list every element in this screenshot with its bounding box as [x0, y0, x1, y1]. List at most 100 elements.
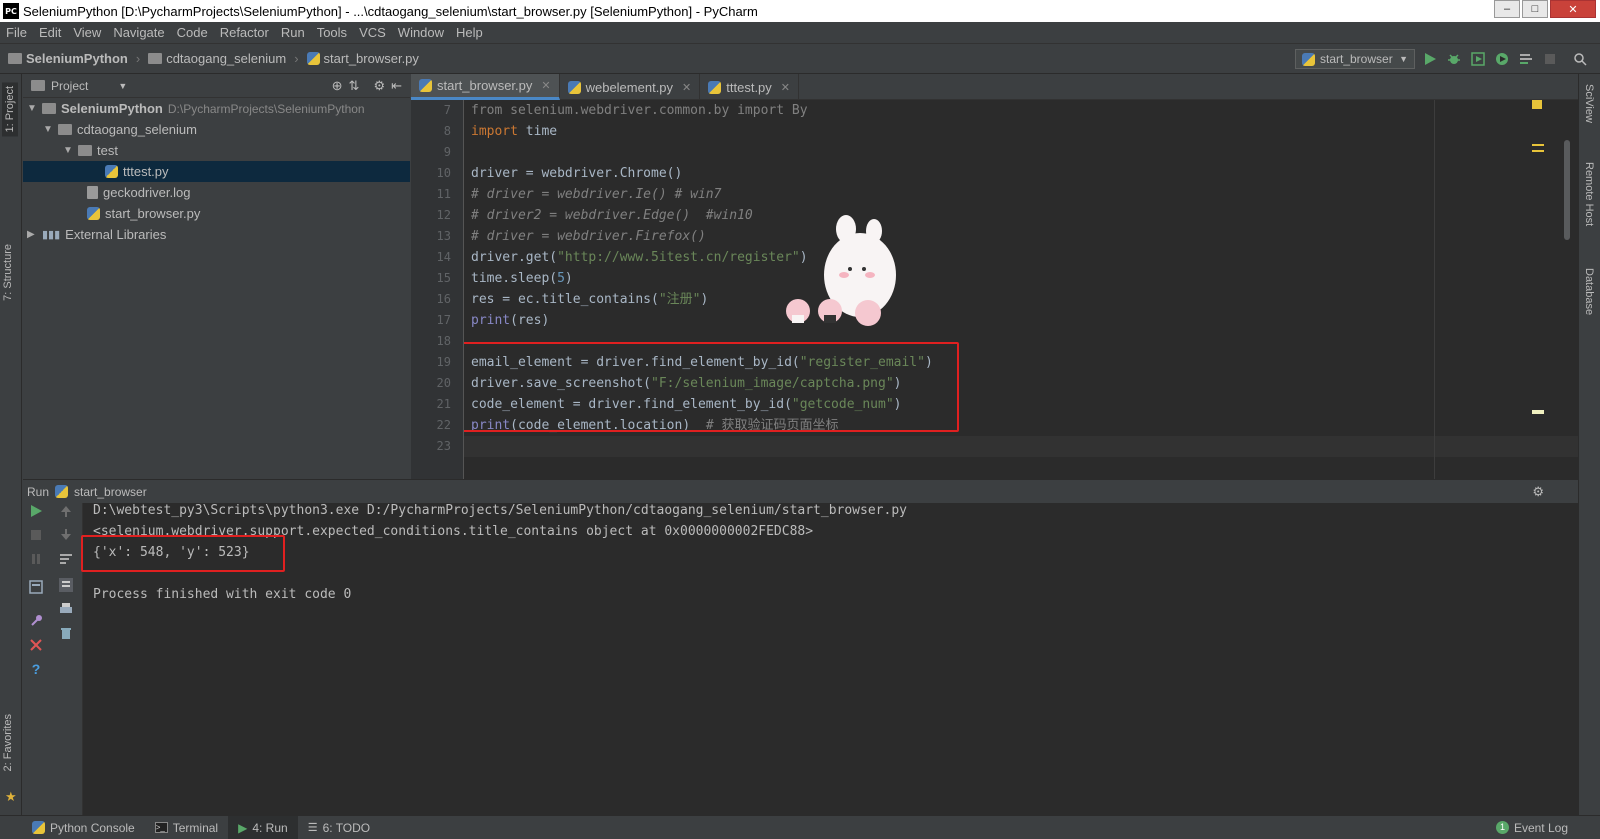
menu-file[interactable]: File	[0, 25, 33, 40]
tab-structure[interactable]: 7: Structure	[2, 244, 14, 301]
folder-icon	[42, 103, 56, 114]
tree-folder-label: cdtaogang_selenium	[77, 122, 197, 137]
tab-start-browser[interactable]: start_browser.py ✕	[411, 74, 560, 100]
coverage-icon[interactable]	[1471, 52, 1485, 66]
menu-view[interactable]: View	[67, 25, 107, 40]
pin-icon[interactable]	[28, 613, 44, 629]
menu-help[interactable]: Help	[450, 25, 489, 40]
run-config-name[interactable]: start_browser	[74, 485, 147, 499]
scroll-to-end-icon[interactable]	[58, 577, 74, 593]
menu-tools[interactable]: Tools	[311, 25, 353, 40]
line-number: 22	[436, 418, 451, 432]
tab-tttest[interactable]: tttest.py ✕	[700, 74, 800, 100]
run-button[interactable]: ▶ 4: Run	[228, 815, 298, 839]
tab-webelement[interactable]: webelement.py ✕	[560, 74, 701, 100]
arrow-down-icon[interactable]	[58, 527, 74, 543]
trash-icon[interactable]	[58, 625, 74, 641]
tree-external-libraries[interactable]: ▶ ▮▮▮ External Libraries	[23, 224, 166, 245]
expand-icon[interactable]: ▼	[43, 124, 53, 135]
collapse-all-icon[interactable]: ⇅	[349, 78, 360, 94]
error-stripe-mark[interactable]	[1532, 144, 1544, 146]
close-icon[interactable]	[28, 637, 44, 653]
rerun-icon[interactable]	[28, 503, 44, 519]
gear-icon[interactable]: ⚙	[1532, 484, 1544, 500]
tab-remote-host[interactable]: Remote Host	[1583, 162, 1595, 226]
editor-scrollbar[interactable]	[1564, 140, 1570, 240]
close-button[interactable]: ✕	[1550, 0, 1596, 18]
help-icon[interactable]: ?	[28, 661, 44, 677]
terminal-button[interactable]: >_ Terminal	[145, 816, 228, 839]
folder-icon	[8, 53, 22, 64]
close-tab-icon[interactable]: ✕	[541, 79, 550, 92]
left-tool-stripe: 1: Project 7: Structure 2: Favorites ★	[0, 74, 22, 815]
editor-gutter: 7 8 9 10 11 12 13 14 15 16 17 18 19 20 2…	[411, 100, 464, 479]
error-stripe-mark[interactable]	[1532, 410, 1544, 414]
expand-icon[interactable]: ▶	[27, 229, 37, 240]
run-icon[interactable]	[1423, 52, 1437, 66]
menu-code[interactable]: Code	[171, 25, 214, 40]
code-editor[interactable]: from selenium.webdriver.common.by import…	[464, 100, 1578, 479]
chevron-down-icon[interactable]: ▼	[118, 81, 127, 91]
expand-icon[interactable]: ▼	[27, 103, 37, 114]
folder-icon	[148, 53, 163, 64]
concurrency-icon[interactable]	[1519, 52, 1533, 66]
warning-marker-icon[interactable]	[1532, 100, 1542, 109]
tree-folder-cdtaogang[interactable]: ▼ cdtaogang_selenium	[23, 119, 197, 140]
expand-icon[interactable]: ▼	[63, 145, 73, 156]
close-tab-icon[interactable]: ✕	[781, 81, 790, 94]
menu-window[interactable]: Window	[392, 25, 450, 40]
code-line: from selenium.webdriver.common.by import…	[471, 100, 808, 121]
tab-project[interactable]: 1: Project	[2, 82, 18, 137]
line-number: 21	[436, 397, 451, 411]
arrow-up-icon[interactable]	[58, 503, 74, 519]
menu-navigate[interactable]: Navigate	[107, 25, 170, 40]
python-file-icon	[55, 485, 69, 498]
search-icon[interactable]	[1573, 52, 1587, 66]
code-line: res = ec.title_contains("注册")	[471, 289, 708, 310]
tab-sciview[interactable]: SciView	[1583, 84, 1595, 123]
code-string: "http://www.5itest.cn/register"	[557, 250, 800, 265]
stop-icon[interactable]	[1543, 52, 1557, 66]
tab-database[interactable]: Database	[1583, 268, 1595, 315]
profile-icon[interactable]	[1495, 52, 1509, 66]
run-config-select[interactable]: start_browser ▼	[1295, 49, 1415, 69]
folder-icon	[78, 145, 92, 156]
error-stripe-mark[interactable]	[1532, 150, 1544, 152]
tree-root[interactable]: ▼ SeleniumPython D:\PycharmProjects\Sele…	[23, 98, 410, 119]
soft-wrap-icon[interactable]	[58, 551, 74, 567]
tab-favorites[interactable]: 2: Favorites	[2, 714, 14, 771]
print-icon[interactable]	[58, 601, 74, 617]
project-panel-header: Project ▼ ⊕ ⇅ ⚙ ⇤	[23, 74, 410, 98]
run-console-output[interactable]: D:\webtest_py3\Scripts\python3.exe D:/Py…	[81, 503, 1578, 815]
breadcrumb-file[interactable]: start_browser.py	[306, 51, 419, 66]
tree-file-start-browser[interactable]: start_browser.py	[23, 203, 200, 224]
tree-folder-test[interactable]: ▼ test	[23, 140, 118, 161]
close-tab-icon[interactable]: ✕	[682, 81, 691, 94]
menu-refactor[interactable]: Refactor	[214, 25, 275, 40]
hide-panel-icon[interactable]: ⇤	[391, 78, 402, 94]
pause-icon[interactable]	[28, 551, 44, 567]
code-comment: # driver2 = webdriver.Edge() #win10	[471, 208, 753, 223]
maximize-button[interactable]: □	[1522, 0, 1548, 18]
breadcrumb-project[interactable]: SeleniumPython ›	[8, 51, 140, 66]
tree-file-tttest[interactable]: tttest.py	[23, 161, 410, 182]
menu-edit[interactable]: Edit	[33, 25, 67, 40]
line-number: 17	[436, 313, 451, 327]
breadcrumb-separator-icon: ›	[294, 51, 299, 66]
python-console-button[interactable]: Python Console	[22, 816, 145, 839]
restore-layout-icon[interactable]	[28, 579, 44, 595]
menu-vcs[interactable]: VCS	[353, 25, 392, 40]
debug-icon[interactable]	[1447, 52, 1461, 66]
todo-label: 6: TODO	[322, 820, 371, 835]
project-panel-title[interactable]: Project	[51, 79, 88, 93]
breadcrumb-folder[interactable]: cdtaogang_selenium ›	[148, 51, 299, 66]
gear-icon[interactable]: ⚙	[373, 78, 385, 94]
todo-button[interactable]: ☰ 6: TODO	[298, 816, 380, 839]
stop-icon[interactable]	[28, 527, 44, 543]
line-number: 16	[436, 292, 451, 306]
event-log-button[interactable]: 1 Event Log	[1486, 816, 1578, 839]
menu-run[interactable]: Run	[275, 25, 311, 40]
minimize-button[interactable]: –	[1494, 0, 1520, 18]
locate-icon[interactable]: ⊕	[332, 78, 343, 94]
tree-file-geckodriver[interactable]: geckodriver.log	[23, 182, 190, 203]
